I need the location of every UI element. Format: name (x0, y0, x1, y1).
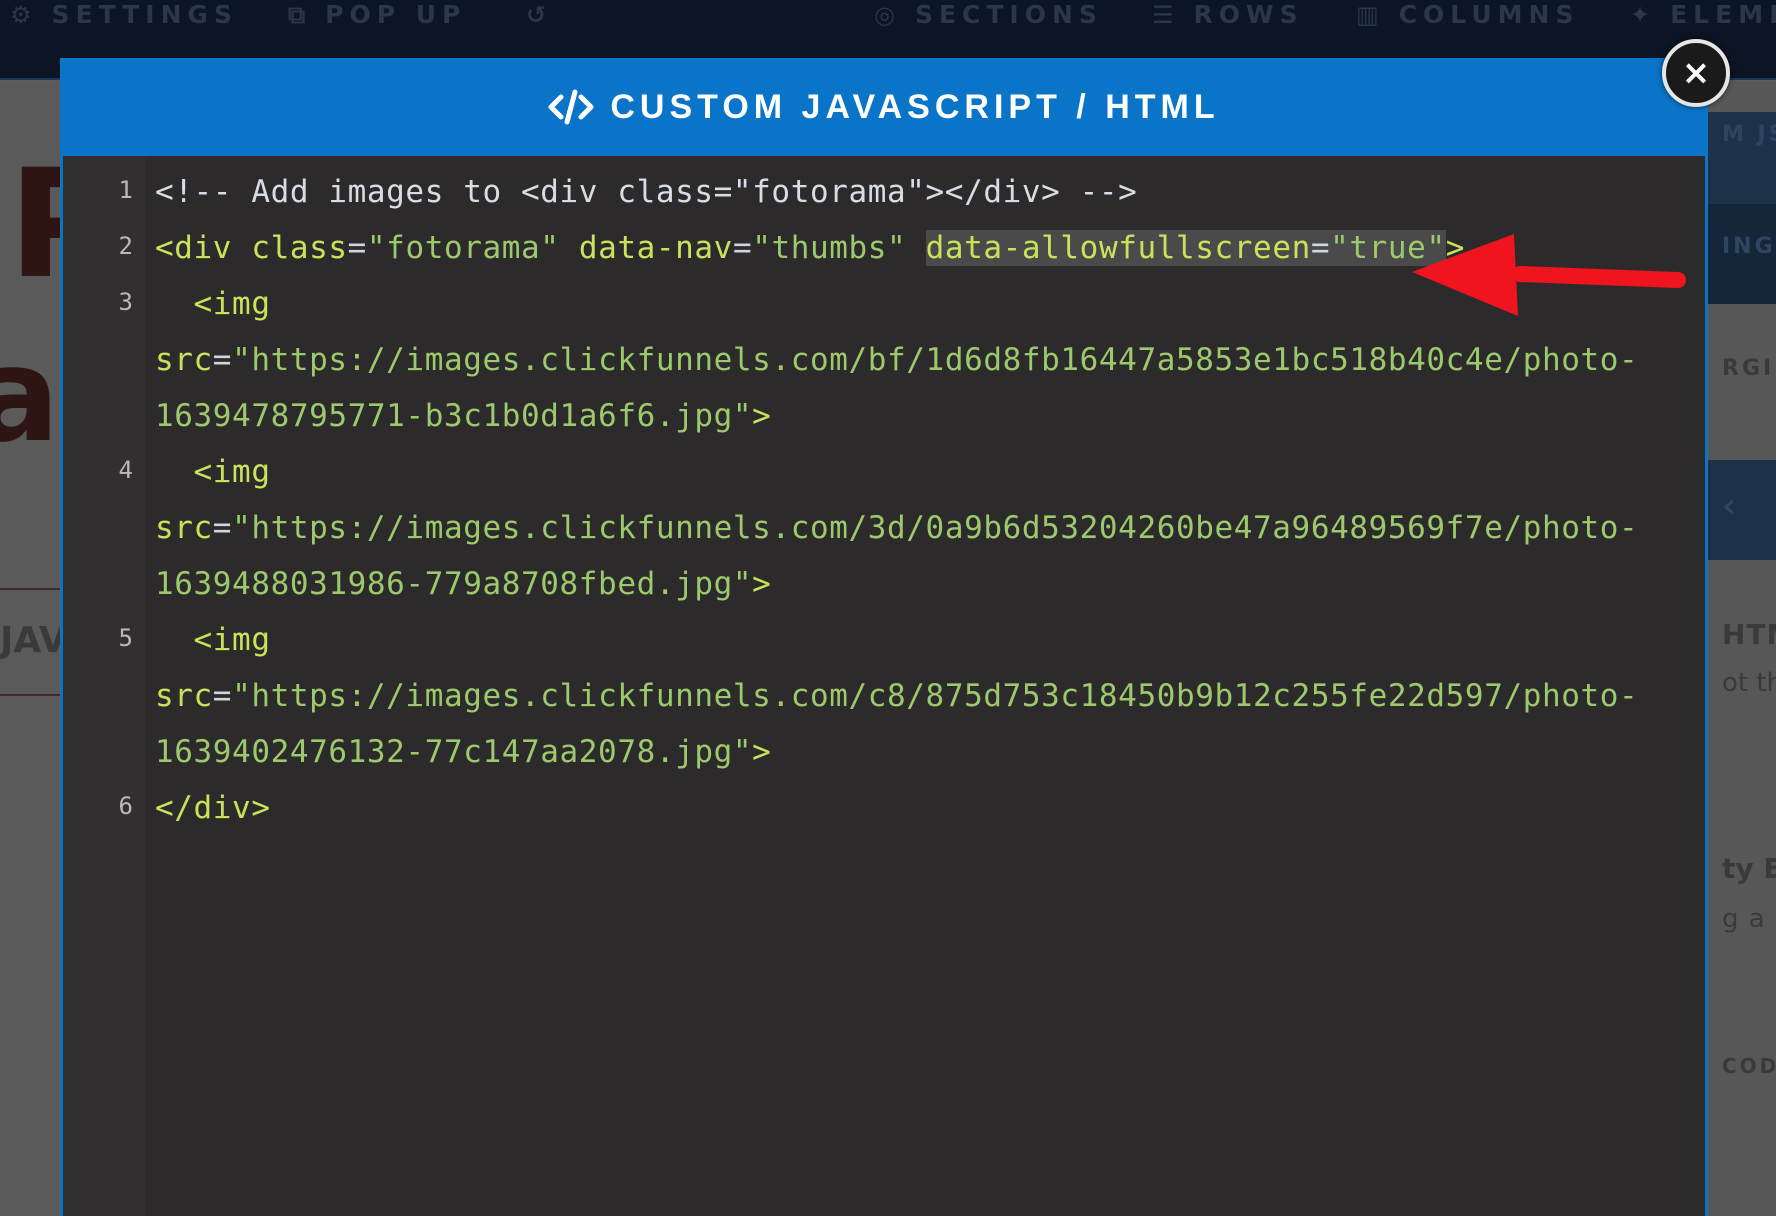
image-url: "https://images.clickfunnels.com/3d/0a9b… (232, 510, 1639, 546)
image-url: "https://images.clickfunnels.com/bf/1d6d… (232, 342, 1639, 378)
code-line-2: <div class="fotorama" data-nav="thumbs" … (155, 230, 1465, 266)
code-comment: <!-- Add images to <div class="fotorama"… (155, 174, 1138, 210)
line-number-gutter: 1 2 3 4 5 6 (63, 156, 145, 1216)
attr-name: data-allowfullscreen (925, 230, 1311, 266)
rows-icon: ☰ (1152, 1, 1180, 29)
red-arrow-annotation (1412, 234, 1686, 316)
tag-close: > (752, 398, 772, 434)
code-icon (548, 89, 594, 125)
modal-header: CUSTOM JAVASCRIPT / HTML (63, 58, 1705, 156)
attr-name: src (155, 342, 213, 378)
nav-rows: ☰ ROWS (1152, 0, 1304, 29)
close-icon: × (1681, 53, 1711, 93)
image-url: 1639478795771-b3c1b0d1a6f6.jpg" (155, 398, 753, 434)
img-tag: <img (193, 622, 271, 658)
tag-close: > (752, 566, 772, 602)
code-line-5-wrap: 1639402476132-77c147aa2078.jpg"> (155, 734, 771, 770)
line-number: 3 (118, 288, 133, 316)
image-url: 1639488031986-779a8708fbed.jpg" (155, 566, 753, 602)
nav-columns: ▥ COLUMNS (1356, 0, 1580, 29)
line-number: 6 (118, 792, 133, 820)
attr-name: src (155, 510, 213, 546)
nav-sections: ◎ SECTIONS (874, 0, 1103, 29)
sections-icon: ◎ (874, 1, 901, 29)
code-line-4-wrap: 1639488031986-779a8708fbed.jpg"> (155, 566, 771, 602)
code-line-5-wrap: src="https://images.clickfunnels.com/c8/… (155, 678, 1639, 714)
nav-pop-up: ⧉ POP UP (288, 0, 467, 29)
line-number: 2 (118, 232, 133, 260)
code-line-6: </div> (155, 790, 271, 826)
attr-name: data-nav (578, 230, 733, 266)
attr-value: "fotorama" (366, 230, 560, 266)
image-url: 1639402476132-77c147aa2078.jpg" (155, 734, 753, 770)
attr-name: src (155, 678, 213, 714)
nav-undo: ↺ (526, 0, 566, 30)
gear-icon: ⚙ (10, 1, 38, 29)
code-line-4: <img (155, 454, 271, 490)
background-settings-panel: M JS INGS RGIN ‹ HTM ot tha ty Em g a 3 … (1700, 82, 1776, 1216)
code-line-4-wrap: src="https://images.clickfunnels.com/3d/… (155, 510, 1639, 546)
line-number: 1 (118, 176, 133, 204)
tag-open: <div (155, 230, 233, 266)
code-line-3-wrap: src="https://images.clickfunnels.com/bf/… (155, 342, 1639, 378)
code-line-5: <img (155, 622, 271, 658)
undo-icon: ↺ (526, 1, 553, 29)
popup-icon: ⧉ (288, 1, 312, 29)
attr-name: class (251, 230, 348, 266)
img-tag: <img (193, 454, 271, 490)
nav-settings: ⚙ SETTINGS (10, 0, 239, 29)
img-tag: <img (193, 286, 271, 322)
tag-close: > (752, 734, 772, 770)
elements-icon: ✦ (1630, 1, 1657, 29)
closing-div-tag: </div> (155, 790, 271, 826)
highlighted-attribute: data-allowfullscreen="true" (925, 230, 1446, 266)
code-line-3-wrap: 1639478795771-b3c1b0d1a6f6.jpg"> (155, 398, 771, 434)
code-line-3: <img (155, 286, 271, 322)
columns-icon: ▥ (1356, 1, 1385, 29)
line-number: 4 (118, 456, 133, 484)
nav-elements: ✦ELEME (1630, 0, 1776, 29)
attr-value: "thumbs" (752, 230, 907, 266)
image-url: "https://images.clickfunnels.com/c8/875d… (232, 678, 1639, 714)
close-button[interactable]: × (1662, 39, 1730, 107)
code-line-1: <!-- Add images to <div class="fotorama"… (155, 174, 1137, 210)
modal-title: CUSTOM JAVASCRIPT / HTML (610, 87, 1220, 126)
line-number: 5 (118, 624, 133, 652)
